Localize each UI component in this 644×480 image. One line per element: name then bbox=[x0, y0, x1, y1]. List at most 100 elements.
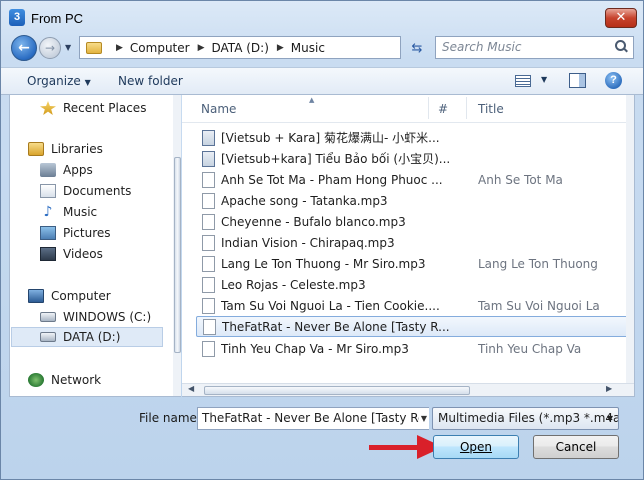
chevron-down-icon: ▼ bbox=[541, 75, 548, 84]
column-headers: Name ▲ # Title bbox=[182, 95, 634, 123]
open-button[interactable]: Open bbox=[433, 435, 519, 459]
nav-item-computer[interactable]: Computer bbox=[28, 286, 111, 306]
file-name: Tinh Yeu Chap Va - Mr Siro.mp3 bbox=[221, 341, 409, 356]
file-name: Tam Su Voi Nguoi La - Tien Cookie.... bbox=[221, 298, 440, 313]
file-title: Lang Le Ton Thuong bbox=[478, 256, 598, 271]
file-row[interactable]: Tam Su Voi Nguoi La - Tien Cookie.... Ta… bbox=[198, 295, 634, 316]
chevron-down-icon: ▼ bbox=[420, 414, 428, 423]
file-row[interactable]: Anh Se Tot Ma - Pham Hong Phuoc ... Anh … bbox=[198, 169, 634, 190]
audio-file-icon bbox=[202, 340, 215, 357]
navigation-pane: Recent Places Libraries Apps Documents ♪… bbox=[9, 95, 181, 397]
recent-places-icon bbox=[40, 101, 56, 115]
file-row[interactable]: Indian Vision - Chirapaq.mp3 bbox=[198, 232, 634, 253]
file-type-dropdown[interactable]: ▼ bbox=[603, 408, 617, 429]
column-divider[interactable] bbox=[428, 97, 429, 119]
forward-arrow-icon: → bbox=[44, 41, 56, 55]
audio-file-icon bbox=[202, 171, 215, 188]
breadcrumb-music[interactable]: Music bbox=[291, 41, 325, 55]
chevron-down-icon: ▼ bbox=[84, 78, 91, 87]
file-title: Tam Su Voi Nguoi La bbox=[478, 298, 600, 313]
file-name: Cheyenne - Bufalo blanco.mp3 bbox=[221, 214, 406, 229]
file-row[interactable]: Cheyenne - Bufalo blanco.mp3 bbox=[198, 211, 634, 232]
command-toolbar: Organize ▼ New folder ▼ ? bbox=[1, 67, 643, 95]
file-name: Leo Rojas - Celeste.mp3 bbox=[221, 277, 366, 292]
sort-arrow-icon: ▲ bbox=[309, 96, 315, 104]
scroll-left-icon[interactable]: ◀ bbox=[188, 384, 194, 393]
file-row-selected[interactable]: TheFatRat - Never Be Alone [Tasty R... bbox=[196, 316, 634, 337]
apps-icon bbox=[40, 163, 56, 177]
column-header-name[interactable]: Name bbox=[201, 102, 236, 116]
nav-item-recent-places[interactable]: Recent Places bbox=[40, 98, 146, 118]
breadcrumb-computer[interactable]: Computer bbox=[130, 41, 190, 55]
file-row[interactable]: Apache song - Tatanka.mp3 bbox=[198, 190, 634, 211]
new-folder-button[interactable]: New folder bbox=[118, 74, 183, 88]
file-title: Anh Se Tot Ma bbox=[478, 172, 563, 187]
videos-icon bbox=[40, 247, 56, 261]
forward-button[interactable]: → bbox=[39, 37, 61, 59]
help-icon[interactable]: ? bbox=[605, 72, 622, 89]
breadcrumb[interactable]: ▶ Computer ▶ DATA (D:) ▶ Music bbox=[79, 36, 401, 59]
nav-item-data-drive[interactable]: DATA (D:) bbox=[11, 327, 163, 347]
chevron-right-icon: ▶ bbox=[276, 42, 284, 53]
organize-button[interactable]: Organize ▼ bbox=[27, 74, 91, 88]
nav-item-videos[interactable]: Videos bbox=[40, 244, 103, 264]
file-name: Apache song - Tatanka.mp3 bbox=[221, 193, 388, 208]
audio-file-icon bbox=[202, 255, 215, 272]
search-input[interactable]: Search Music bbox=[435, 36, 634, 59]
view-options-dropdown[interactable]: ▼ bbox=[541, 75, 547, 84]
nav-item-music[interactable]: ♪ Music bbox=[40, 202, 98, 222]
folder-icon bbox=[86, 41, 102, 54]
file-name-input[interactable]: TheFatRat - Never Be Alone [Tasty Rel bbox=[197, 407, 429, 430]
refresh-button[interactable]: ⇆ bbox=[405, 39, 429, 59]
audio-file-icon bbox=[202, 213, 215, 230]
nav-item-apps[interactable]: Apps bbox=[40, 160, 93, 180]
back-arrow-icon: ← bbox=[18, 40, 30, 56]
column-header-number[interactable]: # bbox=[438, 102, 448, 116]
file-row[interactable]: Lang Le Ton Thuong - Mr Siro.mp3 Lang Le… bbox=[198, 253, 634, 274]
file-open-dialog: 3 From PC ✕ ← → ▼ ▶ Computer ▶ DATA (D:)… bbox=[0, 0, 644, 480]
breadcrumb-data-drive[interactable]: DATA (D:) bbox=[212, 41, 269, 55]
nav-scrollbar-thumb[interactable] bbox=[174, 157, 181, 353]
column-divider[interactable] bbox=[466, 97, 467, 119]
horizontal-scrollbar-thumb[interactable] bbox=[204, 386, 470, 395]
nav-item-documents[interactable]: Documents bbox=[40, 181, 131, 201]
change-view-icon[interactable] bbox=[515, 75, 531, 87]
media-file-icon bbox=[202, 150, 215, 167]
recent-locations-dropdown[interactable]: ▼ bbox=[65, 43, 71, 52]
computer-icon bbox=[28, 289, 44, 303]
nav-item-pictures[interactable]: Pictures bbox=[40, 223, 111, 243]
back-button[interactable]: ← bbox=[11, 35, 37, 61]
file-row[interactable]: [Vietsub+kara] Tiểu Bảo bối (小宝贝)... bbox=[198, 148, 634, 169]
file-name: [Vietsub+kara] Tiểu Bảo bối (小宝贝)... bbox=[221, 152, 451, 166]
nav-item-windows-drive[interactable]: WINDOWS (C:) bbox=[40, 307, 151, 327]
pictures-icon bbox=[40, 226, 56, 240]
preview-pane-icon[interactable] bbox=[569, 73, 586, 88]
file-name: Indian Vision - Chirapaq.mp3 bbox=[221, 235, 395, 250]
audio-file-icon bbox=[202, 297, 215, 314]
nav-scrollbar[interactable] bbox=[173, 95, 181, 396]
chevron-down-icon: ▼ bbox=[65, 43, 72, 52]
audio-file-icon bbox=[203, 318, 216, 335]
audio-file-icon bbox=[202, 234, 215, 251]
search-icon bbox=[615, 40, 627, 52]
file-row[interactable]: [Vietsub + Kara] 菊花爆满山- 小虾米... bbox=[198, 127, 634, 148]
file-row[interactable]: Leo Rojas - Celeste.mp3 bbox=[198, 274, 634, 295]
nav-item-libraries[interactable]: Libraries bbox=[28, 139, 103, 159]
nav-item-network[interactable]: Network bbox=[28, 370, 101, 390]
app-icon: 3 bbox=[9, 9, 25, 26]
file-name: Lang Le Ton Thuong - Mr Siro.mp3 bbox=[221, 256, 426, 271]
file-list-horizontal-scrollbar[interactable]: ◀ ▶ bbox=[182, 383, 634, 396]
file-row[interactable]: Tinh Yeu Chap Va - Mr Siro.mp3 Tinh Yeu … bbox=[198, 338, 634, 359]
chevron-right-icon: ▶ bbox=[116, 42, 123, 53]
file-type-select[interactable]: Multimedia Files (*.mp3 *.m4a bbox=[432, 407, 619, 430]
file-name-dropdown[interactable]: ▼ bbox=[419, 408, 429, 429]
column-header-title[interactable]: Title bbox=[478, 102, 504, 116]
close-button[interactable]: ✕ bbox=[605, 8, 637, 28]
documents-icon bbox=[40, 184, 56, 198]
scroll-right-icon[interactable]: ▶ bbox=[606, 384, 612, 393]
chevron-down-icon: ▼ bbox=[606, 414, 614, 423]
file-list-vertical-scrollbar[interactable] bbox=[626, 95, 634, 383]
network-icon bbox=[28, 373, 44, 387]
cancel-button[interactable]: Cancel bbox=[533, 435, 619, 459]
libraries-icon bbox=[28, 142, 44, 156]
